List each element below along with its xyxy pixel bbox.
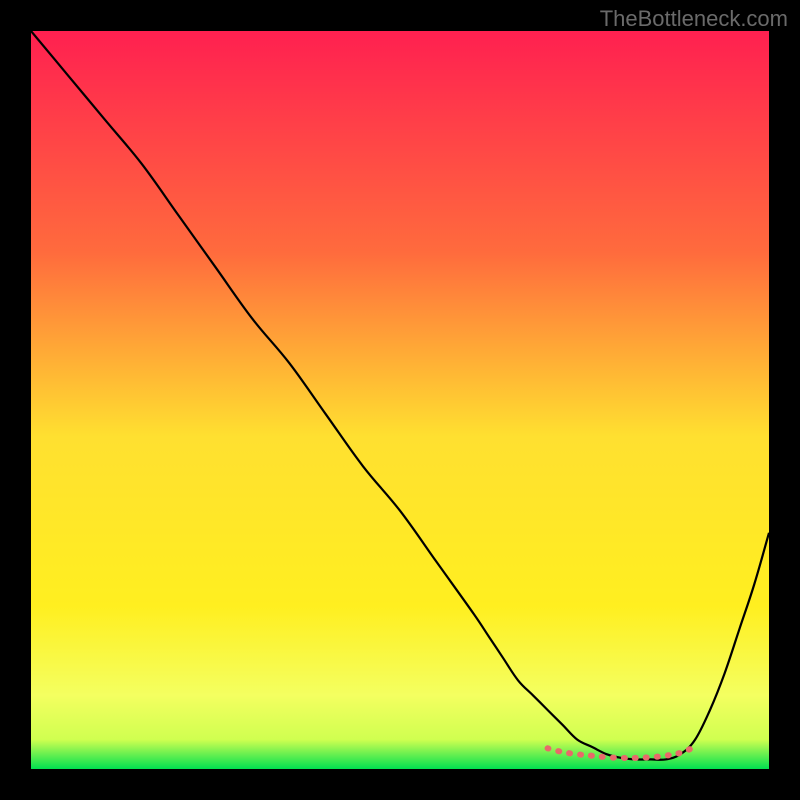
gradient-background <box>31 31 769 769</box>
chart-plot-area <box>31 31 769 769</box>
watermark-text: TheBottleneck.com <box>600 6 788 32</box>
chart-svg <box>31 31 769 769</box>
